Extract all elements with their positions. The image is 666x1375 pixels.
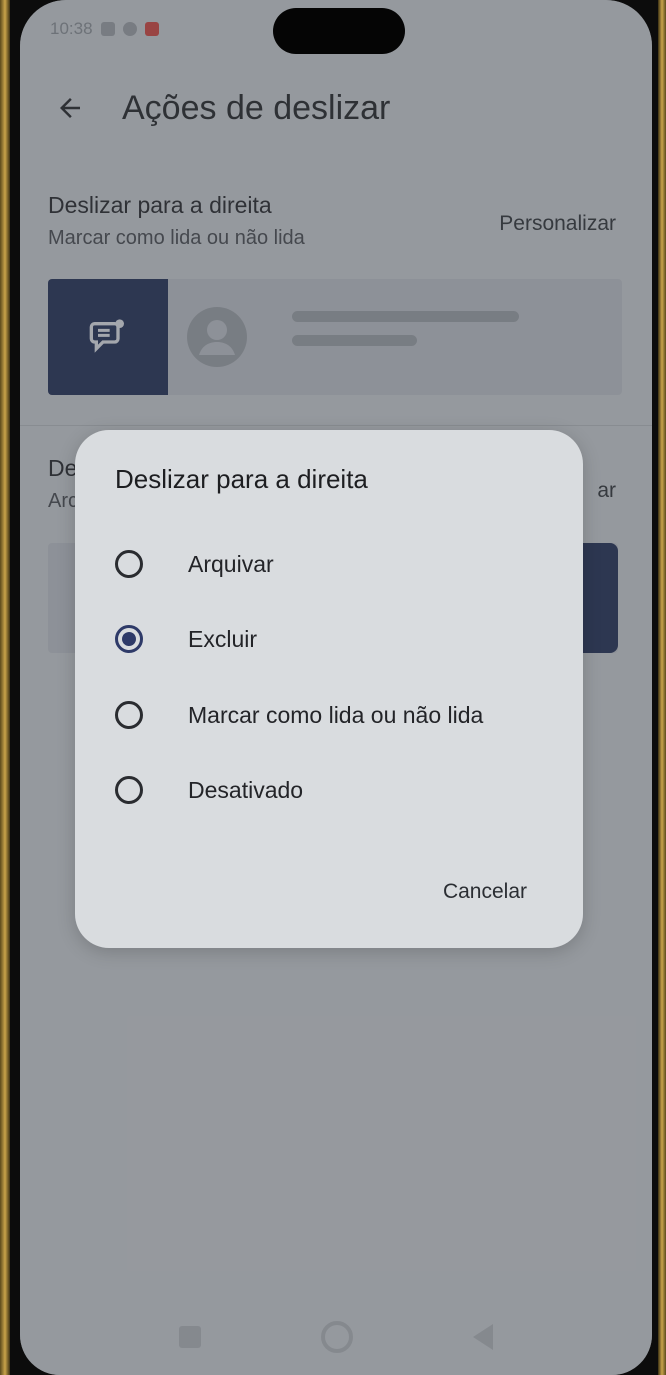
option-marcar-lida[interactable]: Marcar como lida ou não lida — [115, 695, 555, 735]
screen: 10:38 Ações de deslizar Deslizar para a … — [20, 0, 652, 1375]
option-label: Excluir — [188, 625, 258, 652]
radio-unchecked-icon[interactable] — [115, 701, 143, 729]
radio-dot — [122, 632, 136, 646]
radio-unchecked-icon[interactable] — [115, 550, 143, 578]
radio-checked-icon[interactable] — [115, 625, 143, 653]
option-excluir[interactable]: Excluir — [115, 619, 555, 659]
option-arquivar[interactable]: Arquivar — [115, 544, 555, 584]
dialog-title: Deslizar para a direita — [115, 464, 368, 494]
phone-bezel-left — [0, 0, 10, 1375]
phone-frame: 10:38 Ações de deslizar Deslizar para a … — [0, 0, 666, 1375]
camera-cutout — [273, 8, 405, 54]
option-desativado[interactable]: Desativado — [115, 770, 555, 810]
option-label: Arquivar — [188, 550, 274, 577]
swipe-right-dialog: Deslizar para a direita Arquivar Excluir… — [75, 430, 583, 948]
cancel-button[interactable]: Cancelar — [443, 880, 527, 904]
phone-bezel-right — [658, 0, 666, 1375]
option-label: Desativado — [188, 776, 304, 803]
option-label: Marcar como lida ou não lida — [188, 701, 484, 728]
radio-unchecked-icon[interactable] — [115, 776, 143, 804]
